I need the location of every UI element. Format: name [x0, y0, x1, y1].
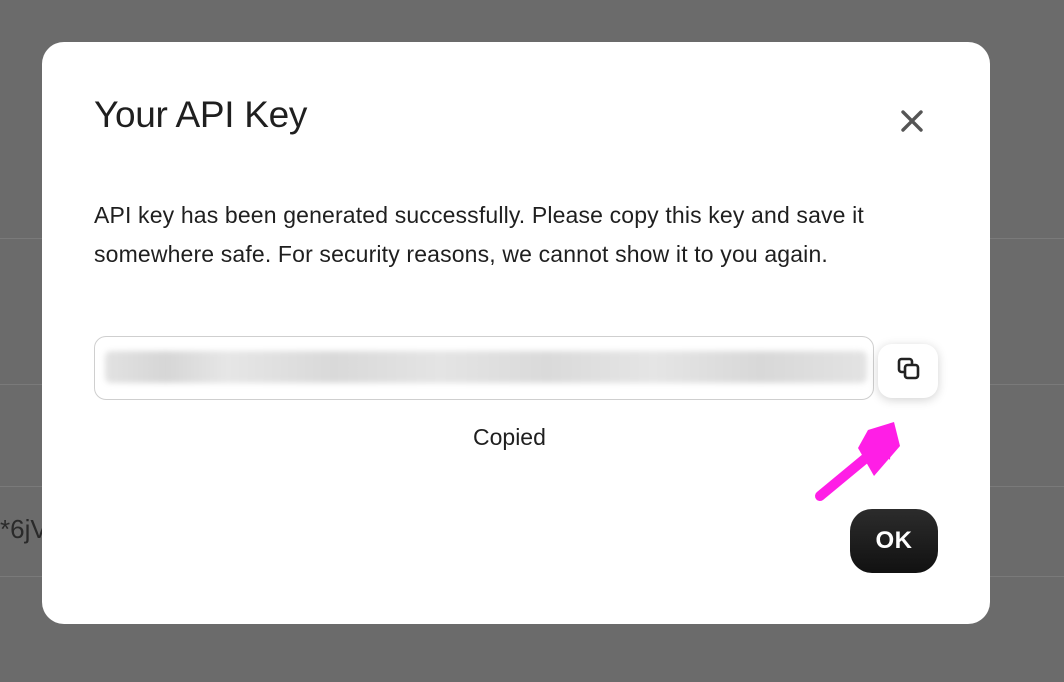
copied-label: Copied — [473, 424, 546, 450]
dialog-message: API key has been generated successfully.… — [94, 202, 864, 267]
ok-button[interactable]: OK — [850, 509, 938, 573]
close-button[interactable] — [894, 104, 930, 140]
copy-icon — [897, 357, 920, 380]
background-key-fragment: *6jV — [0, 514, 48, 544]
arrow-annotation — [815, 422, 900, 501]
api-key-value-redacted — [105, 351, 867, 383]
api-key-dialog: Your API Key API key has been generated … — [42, 42, 990, 624]
dialog-title: Your API Key — [94, 94, 308, 135]
close-icon — [901, 110, 923, 132]
api-key-field[interactable] — [94, 336, 874, 400]
copy-button[interactable] — [878, 344, 938, 398]
